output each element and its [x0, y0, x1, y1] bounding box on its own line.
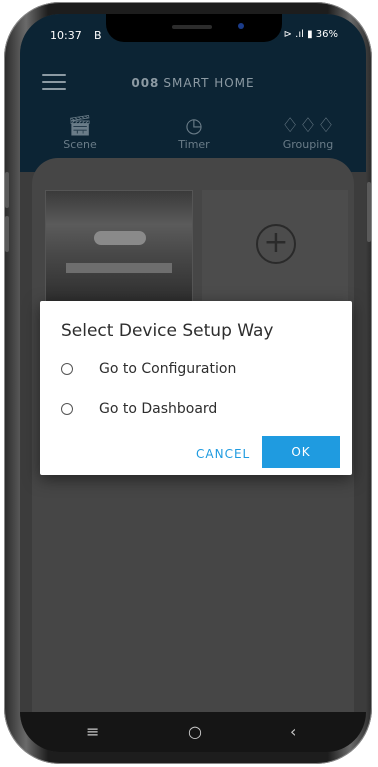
- add-icon: +: [256, 224, 296, 264]
- cancel-button[interactable]: CANCEL: [196, 447, 250, 461]
- radio-dashboard[interactable]: [61, 403, 73, 415]
- option-configuration-label: Go to Configuration: [99, 361, 237, 377]
- radio-configuration[interactable]: [61, 363, 73, 375]
- option-dashboard[interactable]: Go to Dashboard: [61, 395, 217, 423]
- ok-button[interactable]: OK: [262, 436, 340, 468]
- notification-icon: B: [94, 29, 102, 42]
- system-nav-bar: ≡ ○ ‹: [20, 712, 366, 752]
- app-title: 008 SMART HOME: [20, 76, 366, 90]
- setup-dialog: Select Device Setup Way Go to Configurat…: [40, 301, 352, 475]
- clapperboard-icon: 🎬︎: [67, 113, 93, 137]
- room-image-lamp: [94, 231, 146, 245]
- home-icon[interactable]: ○: [188, 722, 202, 741]
- screen: 10:37 B ⊳ .ıl ▮ 36% 008 SMART HOME 🎬︎ Sce…: [20, 14, 366, 752]
- recent-apps-icon[interactable]: ≡: [86, 722, 99, 741]
- app-bar: 008 SMART HOME 🎬︎ Scene ◷ Timer ♢♢♢ Group…: [20, 52, 366, 172]
- status-time: 10:37: [50, 29, 82, 42]
- camera-notch: [106, 14, 282, 42]
- tab-timer-label: Timer: [178, 138, 210, 151]
- status-indicators: ⊳ .ıl ▮ 36%: [283, 29, 338, 40]
- clock-icon: ◷: [185, 113, 203, 137]
- tab-scene-label: Scene: [63, 138, 97, 151]
- back-icon[interactable]: ‹: [290, 722, 296, 741]
- bulbs-icon: ♢♢♢: [281, 113, 335, 137]
- option-configuration[interactable]: Go to Configuration: [61, 355, 236, 383]
- phone-frame: 10:37 B ⊳ .ıl ▮ 36% 008 SMART HOME 🎬︎ Sce…: [4, 2, 372, 764]
- brand-number: 008: [131, 76, 160, 90]
- speaker-icon: [172, 25, 212, 29]
- tab-grouping[interactable]: ♢♢♢ Grouping: [258, 112, 358, 151]
- camera-icon: [238, 23, 244, 29]
- room-image-shelf: [66, 263, 172, 273]
- power-button: [367, 182, 371, 242]
- room-tile[interactable]: [45, 190, 193, 304]
- tab-grouping-label: Grouping: [282, 138, 334, 151]
- option-dashboard-label: Go to Dashboard: [99, 401, 218, 417]
- main-nav: 🎬︎ Scene ◷ Timer ♢♢♢ Grouping: [20, 112, 366, 162]
- dialog-title: Select Device Setup Way: [61, 321, 274, 341]
- volume-up-button: [5, 172, 9, 208]
- brand-name: SMART HOME: [163, 76, 255, 90]
- tab-scene[interactable]: 🎬︎ Scene: [30, 112, 130, 151]
- tab-timer[interactable]: ◷ Timer: [144, 112, 244, 151]
- add-room-tile[interactable]: +: [202, 190, 348, 302]
- volume-down-button: [5, 216, 9, 252]
